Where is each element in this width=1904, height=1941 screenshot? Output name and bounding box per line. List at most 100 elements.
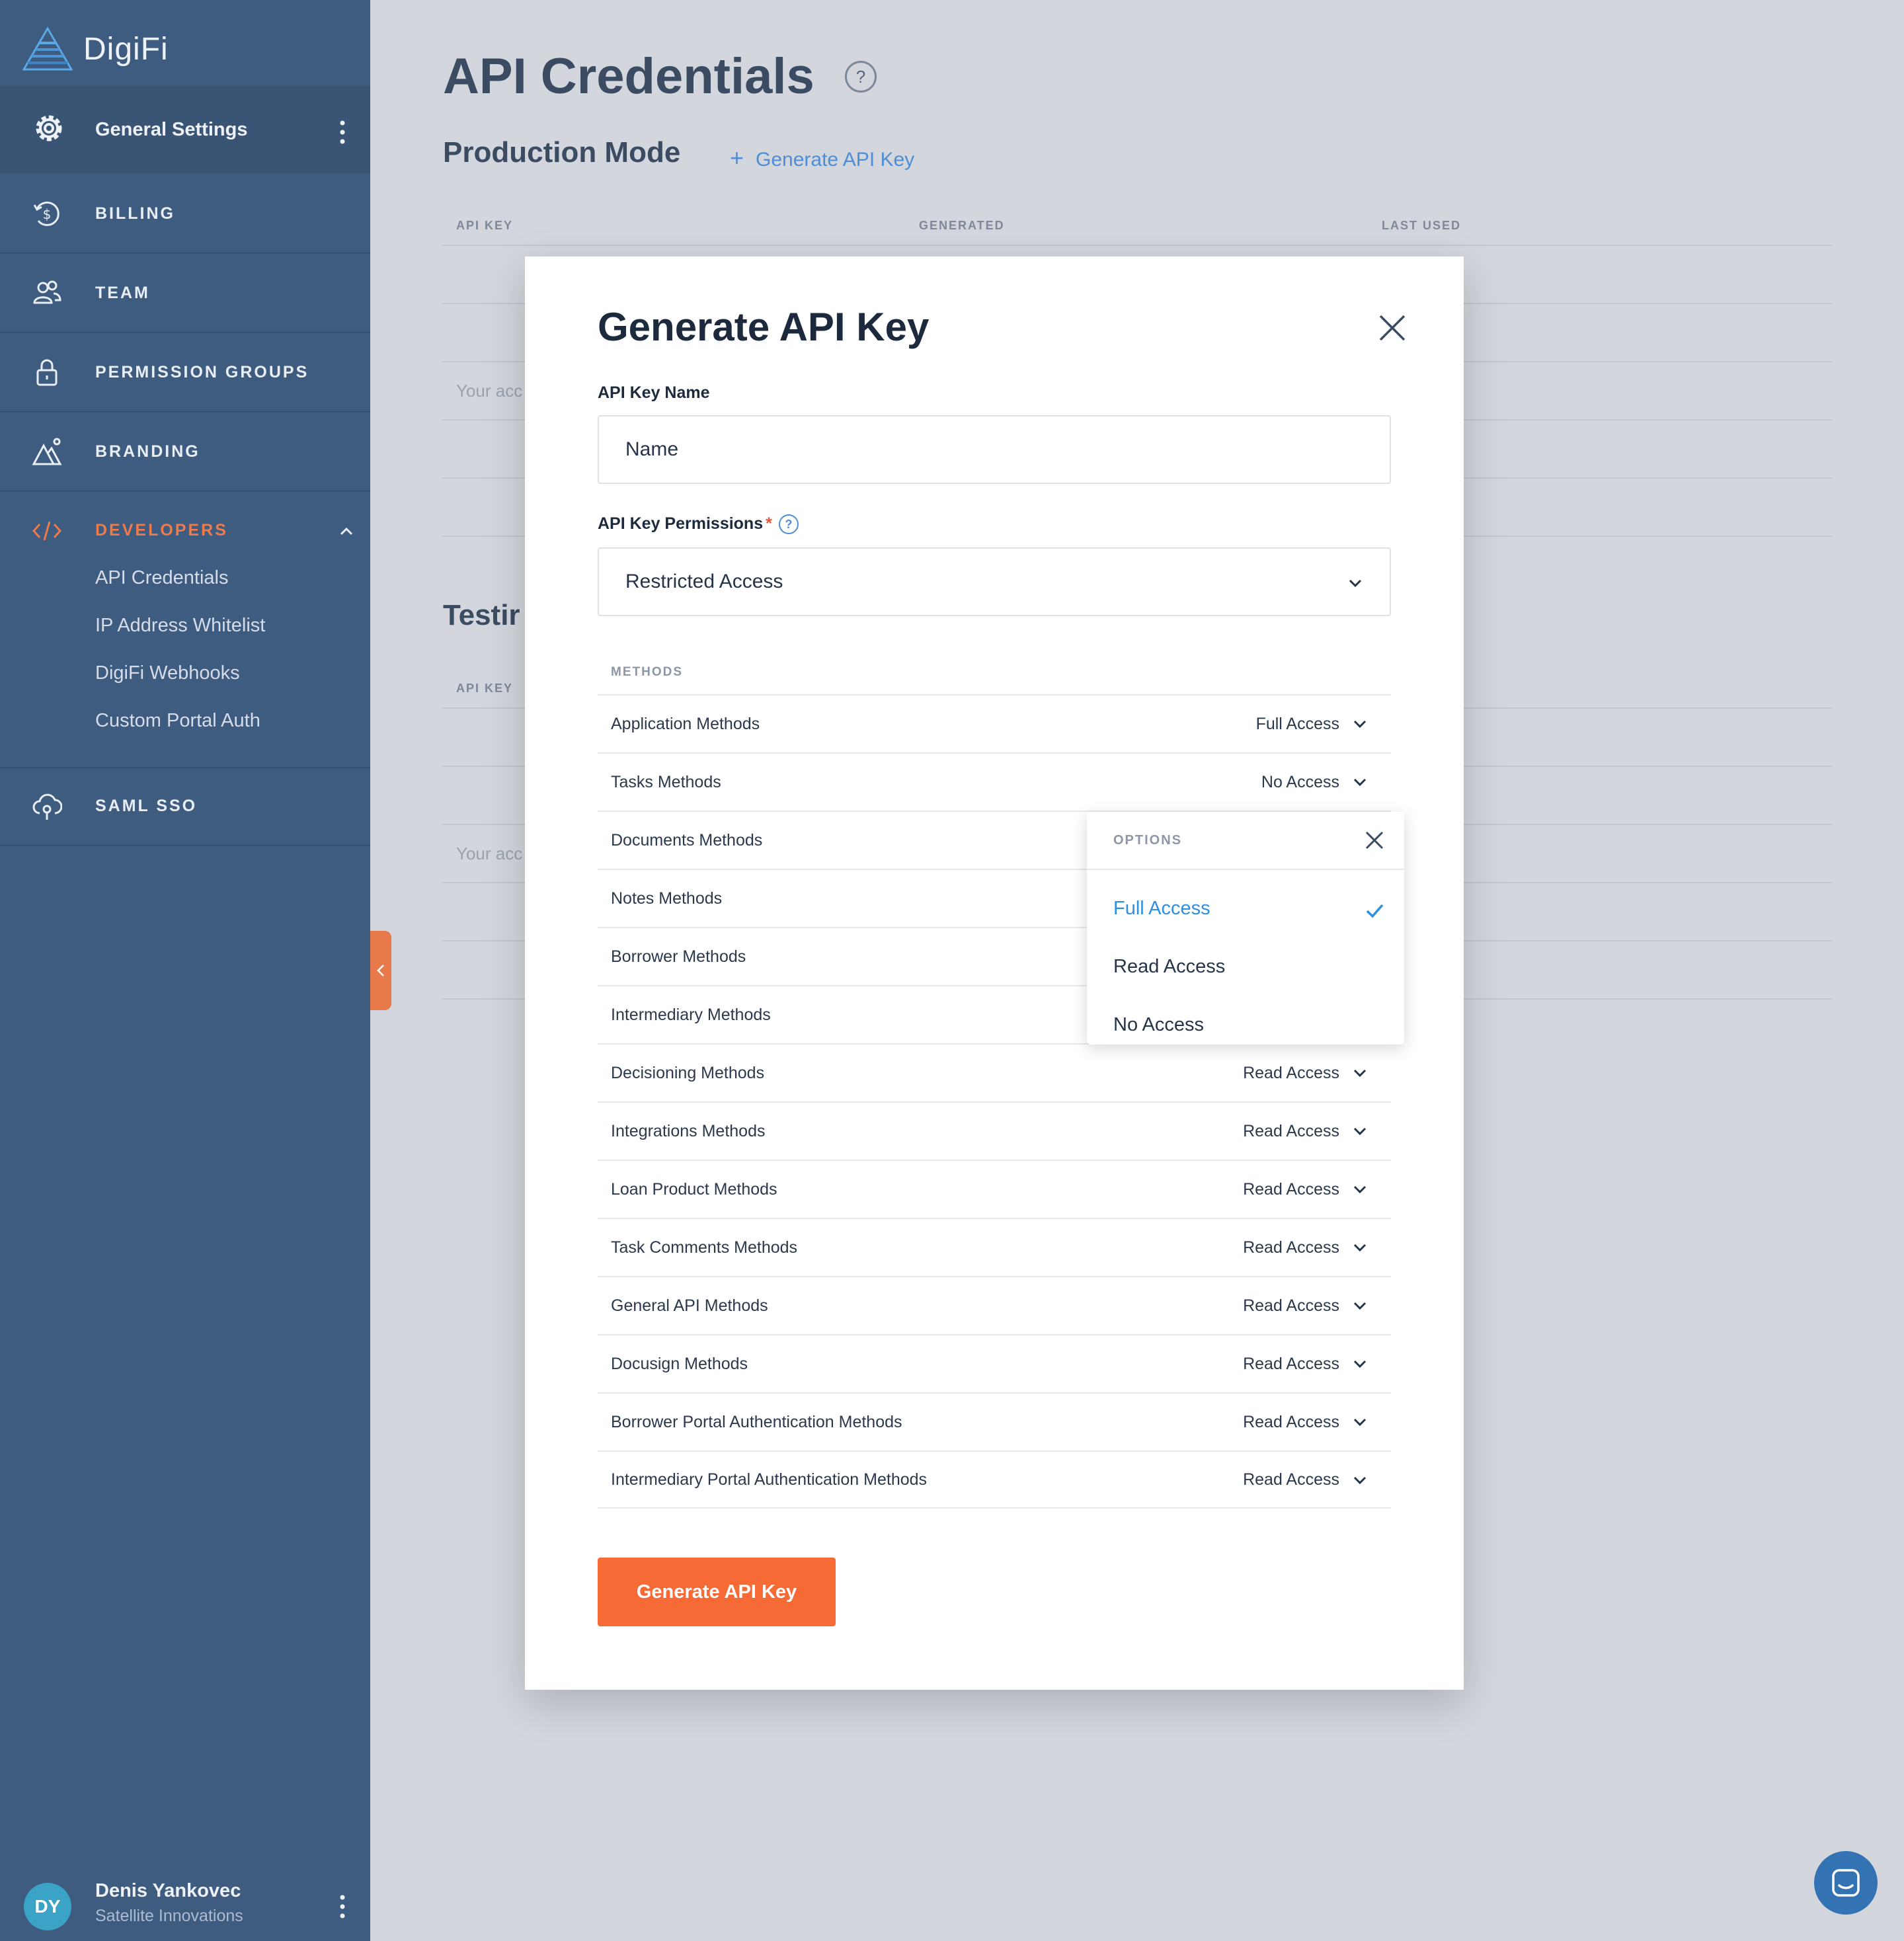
close-icon[interactable] — [1378, 313, 1407, 342]
chevron-down-icon[interactable] — [1353, 1124, 1367, 1138]
option-full-access[interactable]: Full Access — [1113, 898, 1210, 920]
sidebar-subitem-custom-portal-auth[interactable]: Custom Portal Auth — [95, 710, 260, 732]
sidebar-subitem-ip-whitelist[interactable]: IP Address Whitelist — [95, 615, 265, 637]
general-settings-header[interactable]: General Settings — [0, 86, 370, 173]
option-read-access[interactable]: Read Access — [1113, 956, 1225, 978]
permissions-select-value: Restricted Access — [625, 571, 783, 592]
sidebar-item-label: DEVELOPERS — [95, 521, 228, 539]
method-name: Decisioning Methods — [611, 1063, 765, 1082]
generate-api-key-button[interactable]: Generate API Key — [598, 1558, 836, 1626]
method-access-value[interactable]: Read Access — [1243, 1122, 1339, 1141]
method-name: Notes Methods — [611, 889, 723, 908]
user-profile[interactable]: DY Denis Yankovec Satellite Innovations — [0, 1864, 370, 1941]
method-access-value[interactable]: Read Access — [1243, 1180, 1339, 1199]
method-access-value[interactable]: Read Access — [1243, 1413, 1339, 1432]
chevron-down-icon[interactable] — [1353, 1066, 1367, 1080]
digifi-logo-icon — [22, 27, 73, 71]
general-settings-label: General Settings — [95, 118, 248, 140]
method-access-value[interactable]: Full Access — [1256, 715, 1339, 734]
lock-icon — [36, 359, 58, 386]
check-icon — [1366, 904, 1384, 918]
sidebar-item-developers[interactable]: DEVELOPERS — [0, 495, 370, 567]
table-header-last-used: LAST USED — [1382, 219, 1462, 232]
access-options-popup: OPTIONS Full Access Read Access No Acces… — [1087, 812, 1404, 1045]
method-access-value[interactable]: Read Access — [1243, 1064, 1339, 1083]
divider — [442, 245, 1833, 246]
chevron-down-icon[interactable] — [1353, 1357, 1367, 1371]
method-name: Docusign Methods — [611, 1354, 748, 1373]
cloud-lock-icon — [32, 793, 62, 820]
method-access-value[interactable]: Read Access — [1243, 1238, 1339, 1257]
chevron-down-icon — [1349, 579, 1362, 588]
testing-mode-title: Testir — [443, 599, 520, 631]
api-key-name-field[interactable] — [598, 415, 1391, 484]
sidebar-subitem-api-credentials[interactable]: API Credentials — [95, 567, 229, 589]
empty-hint: Your acc — [456, 844, 523, 863]
sidebar-item-label: BRANDING — [95, 442, 200, 461]
sidebar-collapse-button[interactable] — [370, 931, 391, 1010]
method-row[interactable]: Loan Product Methods Read Access — [598, 1160, 1391, 1218]
method-name: Documents Methods — [611, 830, 763, 850]
help-icon[interactable]: ? — [845, 61, 877, 93]
chevron-up-icon[interactable] — [338, 524, 354, 539]
code-icon — [32, 521, 62, 541]
method-row[interactable]: Docusign Methods Read Access — [598, 1334, 1391, 1392]
chevron-down-icon[interactable] — [1353, 775, 1367, 789]
method-access-value[interactable]: No Access — [1261, 773, 1339, 792]
sidebar-item-label: SAML SSO — [95, 796, 198, 815]
empty-hint: Your acc — [456, 381, 523, 401]
required-mark: * — [766, 514, 772, 533]
method-row[interactable]: General API Methods Read Access — [598, 1276, 1391, 1334]
help-icon[interactable]: ? — [778, 514, 799, 535]
chevron-down-icon[interactable] — [1353, 1298, 1367, 1313]
brand[interactable]: DigiFi — [22, 25, 169, 73]
sidebar-section-developers: DEVELOPERS API Credentials IP Address Wh… — [0, 495, 370, 768]
close-icon[interactable] — [1365, 830, 1384, 850]
method-access-value[interactable]: Read Access — [1243, 1470, 1339, 1489]
chat-launcher-button[interactable] — [1814, 1851, 1878, 1915]
user-organization: Satellite Innovations — [95, 1907, 243, 1925]
api-key-permissions-label: API Key Permissions *? — [598, 514, 799, 535]
chevron-down-icon[interactable] — [1353, 1473, 1367, 1487]
svg-text:$: $ — [43, 206, 52, 222]
method-name: Intermediary Portal Authentication Metho… — [611, 1470, 928, 1489]
permissions-select[interactable]: Restricted Access — [598, 547, 1391, 616]
option-no-access[interactable]: No Access — [1113, 1014, 1204, 1036]
method-name: Loan Product Methods — [611, 1179, 777, 1199]
sidebar-item-saml-sso[interactable]: SAML SSO — [0, 767, 370, 846]
billing-icon: $ — [33, 201, 60, 226]
method-row[interactable]: Decisioning Methods Read Access — [598, 1043, 1391, 1101]
sidebar-item-permission-groups[interactable]: PERMISSION GROUPS — [0, 333, 370, 413]
sidebar-item-team[interactable]: TEAM — [0, 254, 370, 333]
method-access-value[interactable]: Read Access — [1243, 1355, 1339, 1374]
permissions-label-text: API Key Permissions — [598, 514, 764, 533]
team-icon — [33, 280, 61, 304]
method-row[interactable]: Intermediary Portal Authentication Metho… — [598, 1450, 1391, 1509]
method-row[interactable]: Tasks Methods No Access — [598, 752, 1391, 811]
brand-name: DigiFi — [83, 31, 169, 67]
api-key-name-label: API Key Name — [598, 383, 710, 402]
method-row[interactable]: Task Comments Methods Read Access — [598, 1218, 1391, 1276]
avatar: DY — [24, 1883, 71, 1930]
mountain-icon — [32, 438, 62, 465]
chevron-down-icon[interactable] — [1353, 1182, 1367, 1197]
sidebar-item-branding[interactable]: BRANDING — [0, 413, 370, 492]
chevron-down-icon[interactable] — [1353, 1415, 1367, 1429]
method-row[interactable]: Borrower Portal Authentication Methods R… — [598, 1392, 1391, 1450]
sidebar-item-billing[interactable]: $ BILLING — [0, 175, 370, 254]
divider — [1087, 869, 1404, 870]
more-vertical-icon[interactable] — [338, 119, 346, 145]
sidebar-subitem-webhooks[interactable]: DigiFi Webhooks — [95, 662, 240, 684]
api-key-name-input[interactable] — [625, 438, 1390, 461]
options-header: OPTIONS — [1113, 833, 1183, 848]
method-access-value[interactable]: Read Access — [1243, 1296, 1339, 1316]
chevron-down-icon[interactable] — [1353, 717, 1367, 731]
chevron-down-icon[interactable] — [1353, 1240, 1367, 1255]
sidebar-item-label: TEAM — [95, 283, 150, 302]
method-row[interactable]: Integrations Methods Read Access — [598, 1101, 1391, 1160]
method-row[interactable]: Application Methods Full Access — [598, 694, 1391, 752]
more-vertical-icon[interactable] — [338, 1893, 346, 1920]
chevron-left-icon — [377, 965, 384, 976]
production-mode-title: Production Mode — [443, 136, 681, 169]
generate-api-key-link[interactable]: + Generate API Key — [730, 144, 914, 172]
